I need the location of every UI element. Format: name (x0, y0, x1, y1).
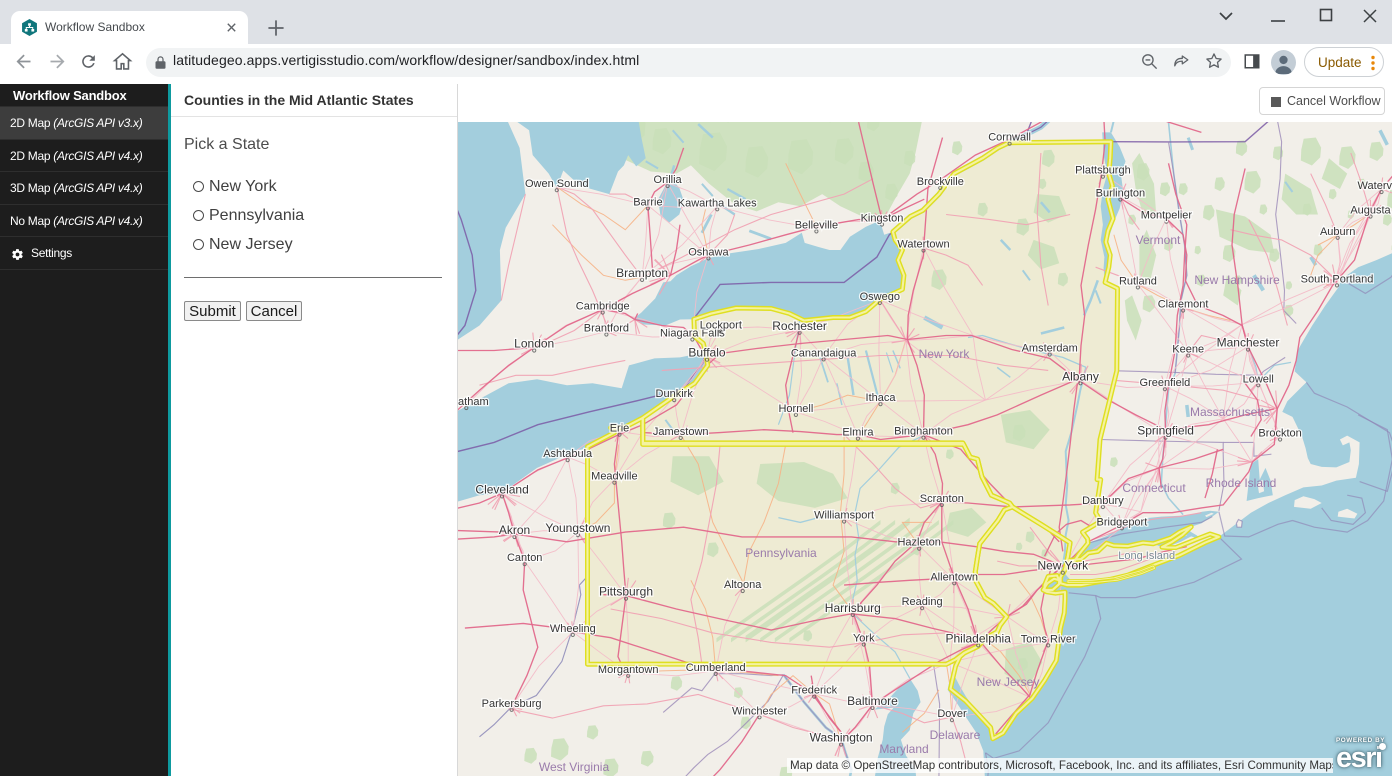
svg-text:Morgantown: Morgantown (598, 664, 659, 676)
svg-text:Rochester: Rochester (772, 319, 827, 333)
svg-text:Rhode Island: Rhode Island (1206, 476, 1277, 490)
svg-text:Jamestown: Jamestown (653, 426, 709, 438)
svg-text:Allentown: Allentown (930, 571, 978, 583)
svg-text:Vermont: Vermont (1136, 233, 1181, 247)
svg-text:Augusta: Augusta (1350, 205, 1391, 217)
svg-text:Parkersburg: Parkersburg (482, 698, 542, 710)
svg-text:Hazleton: Hazleton (897, 537, 940, 549)
svg-text:Oswego: Oswego (860, 291, 900, 303)
svg-text:Claremont: Claremont (1158, 299, 1209, 311)
svg-text:Toms River: Toms River (1021, 633, 1076, 645)
svg-text:Manchester: Manchester (1217, 336, 1280, 350)
svg-text:Rutland: Rutland (1119, 275, 1157, 287)
svg-text:Albany: Albany (1062, 369, 1099, 383)
svg-text:Keene: Keene (1172, 344, 1204, 356)
svg-text:Meadville: Meadville (591, 471, 637, 483)
svg-text:Dunkirk: Dunkirk (656, 388, 694, 400)
svg-text:Lowell: Lowell (1243, 373, 1274, 385)
svg-text:Philadelphia: Philadelphia (946, 631, 1012, 645)
svg-text:Barrie: Barrie (633, 196, 662, 208)
svg-text:Burlington: Burlington (1096, 188, 1146, 200)
svg-text:Long Island: Long Island (1118, 550, 1175, 562)
svg-text:Harrisburg: Harrisburg (825, 601, 881, 615)
svg-text:Delaware: Delaware (930, 728, 981, 742)
svg-text:New Jersey: New Jersey (977, 675, 1040, 689)
svg-text:Brantford: Brantford (584, 323, 629, 335)
svg-text:Canandaigua: Canandaigua (791, 347, 857, 359)
svg-text:Cumberland: Cumberland (686, 662, 746, 674)
svg-text:Cornwall: Cornwall (988, 132, 1031, 144)
svg-text:Wheeling: Wheeling (550, 623, 596, 635)
svg-text:Youngstown: Youngstown (545, 521, 610, 535)
svg-text:Kingston: Kingston (861, 213, 904, 225)
svg-text:Ithaca: Ithaca (866, 392, 897, 404)
svg-text:Brockton: Brockton (1258, 428, 1301, 440)
svg-text:Baltimore: Baltimore (847, 694, 898, 708)
svg-text:Canton: Canton (507, 552, 542, 564)
svg-text:Waterville: Waterville (1358, 180, 1392, 192)
svg-text:Lockport: Lockport (700, 320, 742, 332)
svg-text:South Portland: South Portland (1301, 273, 1374, 285)
svg-text:Kawartha Lakes: Kawartha Lakes (678, 197, 757, 209)
svg-text:Maryland: Maryland (879, 742, 928, 756)
svg-text:Connecticut: Connecticut (1122, 481, 1186, 495)
svg-text:Frederick: Frederick (791, 685, 837, 697)
svg-text:Chatham: Chatham (458, 396, 489, 408)
svg-text:Dover: Dover (937, 708, 967, 720)
svg-text:Brampton: Brampton (616, 266, 668, 280)
svg-text:Greenfield: Greenfield (1140, 377, 1191, 389)
svg-text:New York: New York (1037, 559, 1089, 573)
svg-text:Binghamton: Binghamton (894, 426, 953, 438)
svg-text:Owen Sound: Owen Sound (525, 178, 589, 190)
svg-text:Buffalo: Buffalo (688, 346, 725, 360)
svg-text:London: London (514, 337, 554, 351)
svg-text:Plattsburgh: Plattsburgh (1075, 165, 1131, 177)
svg-text:Auburn: Auburn (1320, 226, 1355, 238)
svg-text:Orillia: Orillia (654, 174, 683, 186)
svg-text:Watertown: Watertown (897, 239, 949, 251)
svg-text:Cleveland: Cleveland (475, 482, 528, 496)
svg-text:Bridgeport: Bridgeport (1097, 516, 1148, 528)
svg-text:Elmira: Elmira (842, 427, 874, 439)
svg-text:Belleville: Belleville (795, 219, 838, 231)
svg-text:Washington: Washington (810, 731, 873, 745)
svg-text:New York: New York (919, 347, 971, 361)
svg-text:Altoona: Altoona (724, 579, 762, 591)
svg-text:Pittsburgh: Pittsburgh (599, 585, 653, 599)
svg-text:Danbury: Danbury (1082, 495, 1124, 507)
svg-text:York: York (853, 633, 875, 645)
svg-text:Cambridge: Cambridge (576, 301, 630, 313)
svg-text:Reading: Reading (902, 596, 943, 608)
svg-text:Scranton: Scranton (920, 493, 964, 505)
svg-text:Brockville: Brockville (917, 176, 964, 188)
svg-text:Amsterdam: Amsterdam (1022, 343, 1078, 355)
svg-text:Montpelier: Montpelier (1141, 210, 1193, 222)
svg-text:Winchester: Winchester (732, 705, 787, 717)
svg-text:Ashtabula: Ashtabula (543, 448, 593, 460)
svg-text:Pennsylvania: Pennsylvania (745, 546, 817, 560)
svg-text:Hornell: Hornell (778, 403, 813, 415)
svg-text:Springfield: Springfield (1137, 424, 1194, 438)
svg-text:West Virginia: West Virginia (539, 760, 610, 774)
svg-text:New Hampshire: New Hampshire (1194, 273, 1280, 287)
svg-text:Erie: Erie (610, 423, 630, 435)
svg-text:Akron: Akron (499, 523, 530, 537)
svg-text:Oshawa: Oshawa (688, 246, 729, 258)
svg-text:Williamsport: Williamsport (814, 510, 874, 522)
svg-text:Massachusetts: Massachusetts (1190, 405, 1270, 419)
